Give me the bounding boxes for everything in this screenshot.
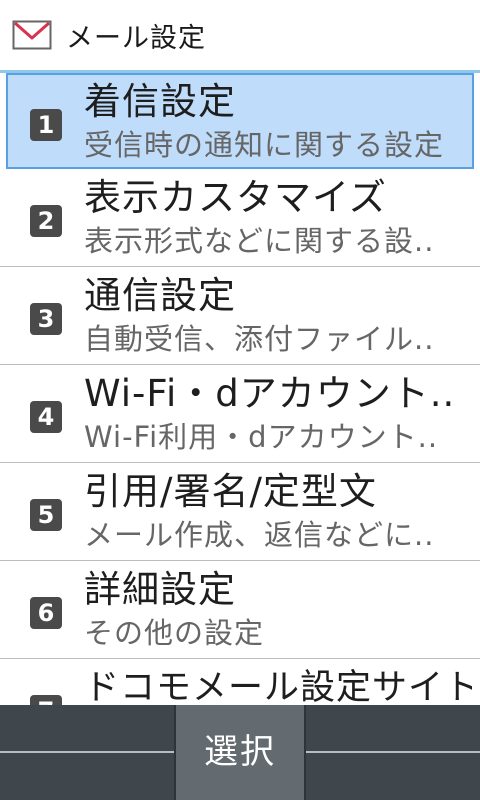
menu-item-subtitle: Wi-Fi利用・dアカウント.. bbox=[84, 420, 439, 454]
select-button[interactable]: 選択 bbox=[174, 705, 306, 800]
softkey-bar: 選択 bbox=[0, 705, 480, 800]
page-title: メール設定 bbox=[66, 22, 206, 54]
menu-item-detailed-settings[interactable]: 6 詳細設定 その他の設定 bbox=[0, 561, 480, 659]
menu-item-docomo-mail-settings-site[interactable]: 7 ドコモメール設定サイト bbox=[0, 659, 480, 705]
menu-item-title: Wi-Fi・dアカウント.. bbox=[84, 372, 456, 415]
settings-menu-list: 1 着信設定 受信時の通知に関する設定 2 表示カスタマイズ 表示形式などに関す… bbox=[0, 73, 480, 705]
number-badge-5: 5 bbox=[30, 499, 62, 531]
menu-item-quote-signature-template[interactable]: 5 引用/署名/定型文 メール作成、返信などに.. bbox=[0, 463, 480, 561]
menu-item-title: ドコモメール設定サイト bbox=[84, 668, 472, 705]
menu-item-title: 通信設定 bbox=[84, 274, 236, 317]
menu-item-title: 表示カスタマイズ bbox=[84, 176, 387, 219]
menu-item-wifi-d-account[interactable]: 4 Wi-Fi・dアカウント.. Wi-Fi利用・dアカウント.. bbox=[0, 365, 480, 463]
menu-item-title: 着信設定 bbox=[84, 80, 236, 123]
number-badge-6: 6 bbox=[30, 597, 62, 629]
menu-item-subtitle: メール作成、返信などに.. bbox=[84, 518, 435, 552]
menu-item-incoming-settings[interactable]: 1 着信設定 受信時の通知に関する設定 bbox=[6, 73, 474, 169]
menu-item-subtitle: 表示形式などに関する設.. bbox=[84, 224, 435, 258]
menu-item-subtitle: その他の設定 bbox=[84, 616, 265, 650]
app-header: メール設定 bbox=[0, 0, 480, 70]
menu-item-subtitle: 自動受信、添付ファイル.. bbox=[84, 322, 435, 356]
number-badge-4: 4 bbox=[30, 401, 62, 433]
number-badge-2: 2 bbox=[30, 205, 62, 237]
menu-item-title: 引用/署名/定型文 bbox=[84, 470, 377, 513]
mail-settings-screen: メール設定 1 着信設定 受信時の通知に関する設定 2 表示カスタマイズ 表示形… bbox=[0, 0, 480, 800]
mail-envelope-icon bbox=[12, 20, 52, 50]
menu-item-title: 詳細設定 bbox=[84, 568, 236, 611]
menu-item-communication-settings[interactable]: 3 通信設定 自動受信、添付ファイル.. bbox=[0, 267, 480, 365]
number-badge-7: 7 bbox=[30, 695, 62, 705]
number-badge-3: 3 bbox=[30, 303, 62, 335]
number-badge-1: 1 bbox=[30, 109, 62, 141]
menu-item-subtitle: 受信時の通知に関する設定 bbox=[84, 128, 445, 162]
softkey-left[interactable] bbox=[0, 705, 174, 800]
menu-item-display-customize[interactable]: 2 表示カスタマイズ 表示形式などに関する設.. bbox=[0, 169, 480, 267]
softkey-right[interactable] bbox=[306, 705, 480, 800]
